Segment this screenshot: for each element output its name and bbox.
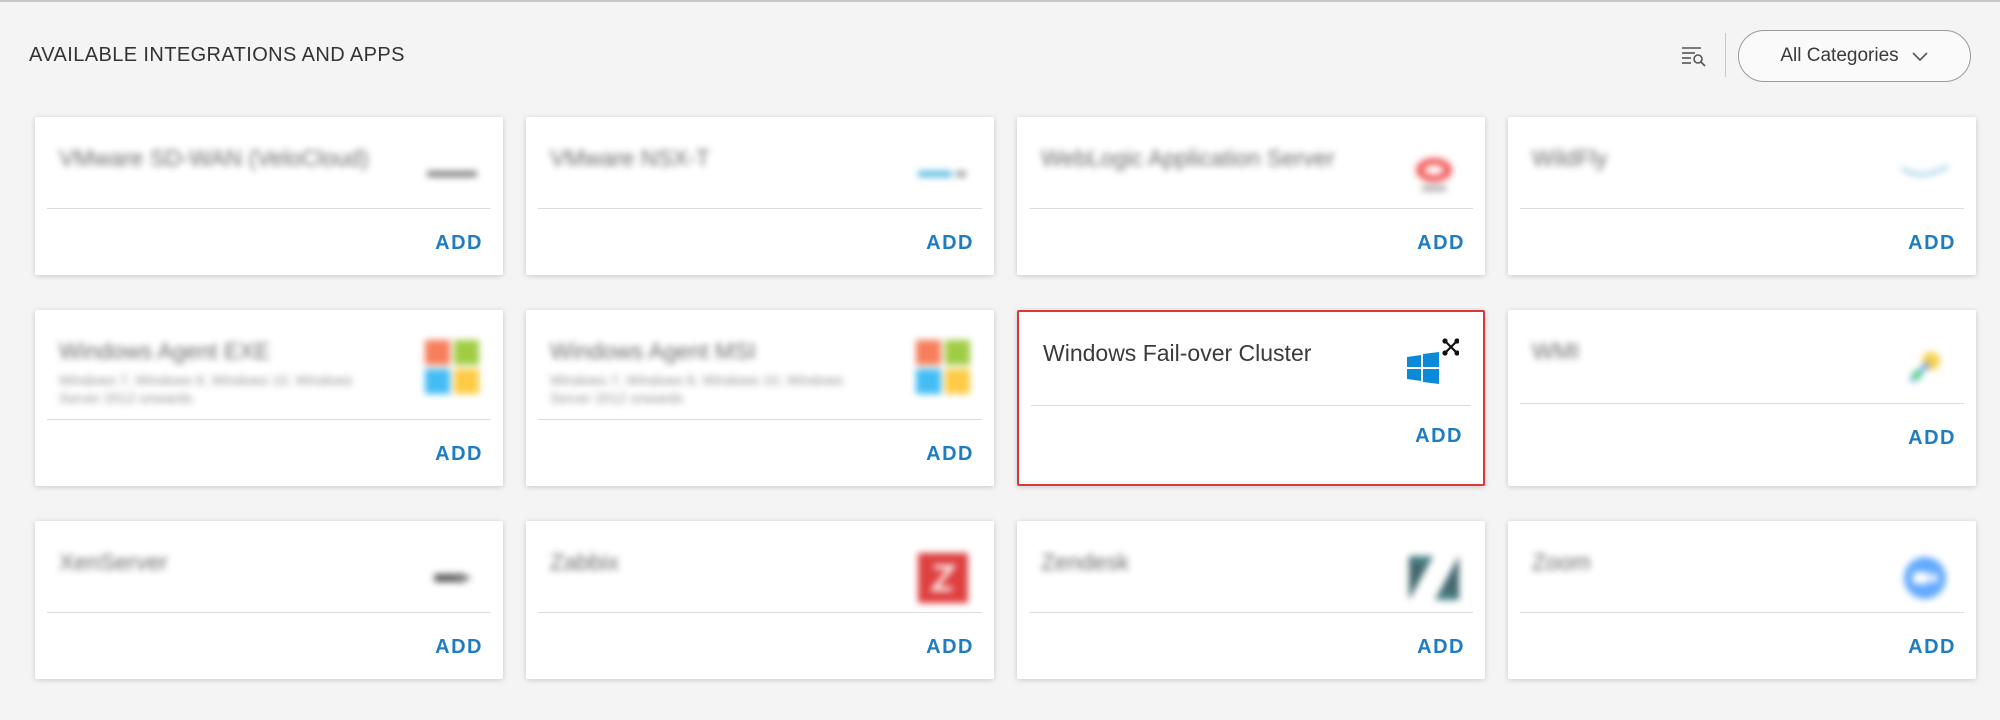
card-divider	[1029, 208, 1473, 209]
xenserver-logo-icon	[425, 551, 479, 605]
add-button[interactable]: ADD	[926, 232, 974, 255]
integration-name: Zoom	[1532, 549, 1591, 575]
integration-name: Zendesk	[1041, 549, 1130, 575]
filter-search-button[interactable]	[1674, 40, 1714, 72]
integration-card: WebLogic Application Server ADD	[1017, 117, 1485, 275]
add-button[interactable]: ADD	[1417, 636, 1465, 659]
integration-name: VMware SD-WAN (VeloCloud)	[59, 145, 369, 171]
header-divider	[1725, 33, 1726, 77]
card-divider	[1520, 208, 1964, 209]
integration-name: Windows Fail-over Cluster	[1043, 340, 1312, 366]
chevron-down-icon	[1912, 52, 1928, 62]
windows-cluster-logo-icon	[1405, 334, 1459, 388]
integration-card: Zabbix ADD	[526, 521, 994, 679]
add-button[interactable]: ADD	[435, 232, 483, 255]
zoom-logo-icon	[1898, 551, 1952, 605]
windows-color-logo-icon	[916, 340, 970, 394]
add-button[interactable]: ADD	[1908, 636, 1956, 659]
card-divider	[1031, 405, 1471, 406]
add-button[interactable]: ADD	[1417, 232, 1465, 255]
integration-description: Windows 7, Windows 8, Windows 10, Window…	[59, 372, 353, 406]
integration-card: Zendesk ADD	[1017, 521, 1485, 679]
category-select[interactable]: All Categories	[1738, 30, 1971, 82]
wmi-logo-icon	[1898, 340, 1952, 394]
add-button[interactable]: ADD	[435, 443, 483, 466]
add-button[interactable]: ADD	[1415, 425, 1463, 448]
add-button[interactable]: ADD	[926, 636, 974, 659]
integration-card: Windows Agent MSI Windows 7, Windows 8, …	[526, 310, 994, 486]
card-divider	[1520, 403, 1964, 404]
integration-card: VMware SD-WAN (VeloCloud) ADD	[35, 117, 503, 275]
wildfly-logo-icon	[1898, 147, 1952, 201]
add-button[interactable]: ADD	[1908, 232, 1956, 255]
card-divider	[1029, 612, 1473, 613]
integration-card-selected[interactable]: Windows Fail-over Cluster ADD	[1017, 310, 1485, 486]
integration-card: XenServer ADD	[35, 521, 503, 679]
card-divider	[47, 208, 491, 209]
integration-card: Zoom ADD	[1508, 521, 1976, 679]
integration-name: VMware NSX-T	[550, 145, 710, 171]
page-header: AVAILABLE INTEGRATIONS AND APPS All Cate…	[0, 0, 2000, 112]
integration-name: WebLogic Application Server	[1041, 145, 1335, 171]
integration-name: Windows Agent EXE	[59, 338, 270, 364]
card-divider	[47, 419, 491, 420]
integration-name: WildFly	[1532, 145, 1608, 171]
zabbix-logo-icon	[916, 551, 970, 605]
integration-card: WMI ADD	[1508, 310, 1976, 486]
windows-color-logo-icon	[425, 340, 479, 394]
integration-name: Zabbix	[550, 549, 620, 575]
add-button[interactable]: ADD	[1908, 427, 1956, 450]
add-button[interactable]: ADD	[435, 636, 483, 659]
integrations-grid: VMware SD-WAN (VeloCloud) ADD VMware NSX…	[35, 117, 1977, 679]
card-divider	[1520, 612, 1964, 613]
integration-name: WMI	[1532, 338, 1580, 364]
zendesk-logo-icon	[1407, 551, 1461, 605]
oracle-logo-icon	[1407, 147, 1461, 201]
card-divider	[538, 419, 982, 420]
integration-name: XenServer	[59, 549, 168, 575]
vmware-sdwan-logo-icon	[425, 147, 479, 201]
filter-list-search-icon	[1682, 47, 1706, 67]
card-divider	[538, 612, 982, 613]
vmware-nsx-logo-icon	[916, 147, 970, 201]
integration-description: Windows 7, Windows 8, Windows 10, Window…	[550, 372, 844, 406]
add-button[interactable]: ADD	[926, 443, 974, 466]
integration-name: Windows Agent MSI	[550, 338, 756, 364]
integration-card: Windows Agent EXE Windows 7, Windows 8, …	[35, 310, 503, 486]
card-divider	[538, 208, 982, 209]
page-title: AVAILABLE INTEGRATIONS AND APPS	[29, 44, 405, 66]
category-select-value: All Categories	[1780, 45, 1899, 66]
integration-card: VMware NSX-T ADD	[526, 117, 994, 275]
card-divider	[47, 612, 491, 613]
integration-card: WildFly ADD	[1508, 117, 1976, 275]
